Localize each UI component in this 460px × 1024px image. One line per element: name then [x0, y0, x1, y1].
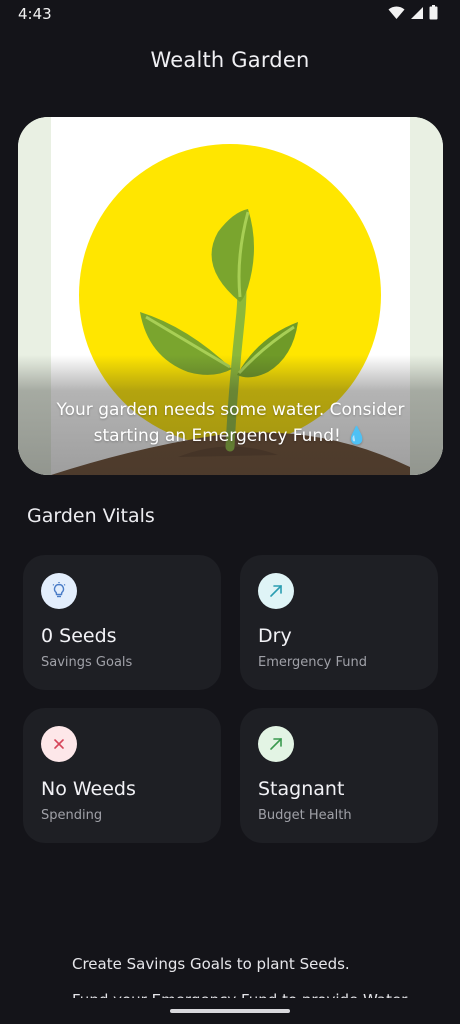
trending-up-icon: [258, 573, 294, 609]
vital-label: Spending: [41, 808, 103, 823]
home-indicator[interactable]: [170, 1009, 290, 1013]
vital-card-growth[interactable]: Stagnant Budget Health: [240, 708, 438, 843]
vital-label: Savings Goals: [41, 655, 133, 670]
status-bar: 4:43: [0, 0, 460, 28]
tips-list: Create Savings Goals to plant Seeds. Fun…: [72, 946, 432, 998]
lightbulb-icon: [41, 573, 77, 609]
garden-hero-card: Your garden needs some water. Consider s…: [18, 117, 443, 475]
vital-value: Stagnant: [258, 778, 345, 800]
wifi-icon: [388, 5, 405, 24]
section-title-garden-vitals: Garden Vitals: [27, 505, 155, 527]
close-icon: [41, 726, 77, 762]
battery-icon: [429, 4, 438, 24]
vital-value: No Weeds: [41, 778, 136, 800]
vital-label: Emergency Fund: [258, 655, 367, 670]
tip-item: Fund your Emergency Fund to provide Wate…: [72, 982, 432, 998]
page-title: Wealth Garden: [150, 48, 310, 72]
tip-item: Create Savings Goals to plant Seeds.: [72, 955, 350, 973]
vital-card-weeds[interactable]: No Weeds Spending: [23, 708, 221, 843]
vital-card-seeds[interactable]: 0 Seeds Savings Goals: [23, 555, 221, 690]
vital-label: Budget Health: [258, 808, 352, 823]
trending-up-icon: [258, 726, 294, 762]
vital-card-water[interactable]: Dry Emergency Fund: [240, 555, 438, 690]
vital-value: Dry: [258, 625, 292, 647]
vital-value: 0 Seeds: [41, 625, 117, 647]
status-time: 4:43: [18, 5, 52, 23]
garden-status-message: Your garden needs some water. Consider s…: [56, 400, 405, 446]
status-icons: [388, 4, 438, 24]
cellular-signal-icon: [410, 5, 424, 24]
